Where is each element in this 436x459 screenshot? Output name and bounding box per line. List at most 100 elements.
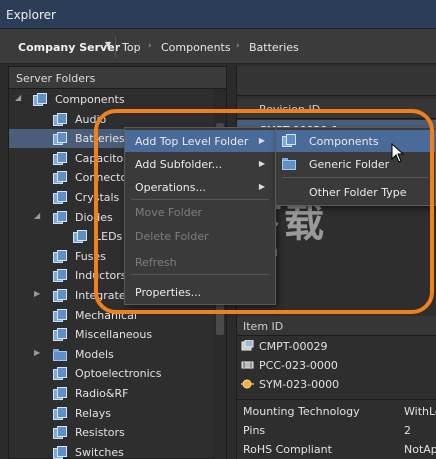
- component-icon: [241, 340, 254, 351]
- menu-item-label: Add Top Level Folder: [135, 135, 249, 148]
- menu-item-label: Add Subfolder...: [135, 158, 223, 171]
- item-id: CMPT-00029: [259, 340, 328, 353]
- tree-item-label: LEDs: [95, 230, 123, 244]
- components-folder-icon: [53, 308, 68, 322]
- breadcrumb: Company Server ▼ Top › Components › Batt…: [0, 29, 436, 64]
- properties-grid: Mounting Technology WithLe Pins 2 RoHS C…: [237, 399, 436, 459]
- components-folder-icon: [53, 151, 68, 165]
- list-item[interactable]: SYM-023-0000: [237, 375, 436, 394]
- tree-item-label: Miscellaneous: [75, 328, 153, 342]
- menu-item-label: Operations...: [135, 181, 206, 194]
- folder-icon: [282, 157, 297, 170]
- tree-item-label: Switches: [75, 445, 124, 459]
- submenu-item-label: Generic Folder: [309, 158, 390, 171]
- chevron-down-icon[interactable]: ▼: [105, 40, 111, 49]
- components-folder-icon: [282, 134, 297, 147]
- collapsed-arrow-icon[interactable]: ▶: [34, 348, 40, 357]
- components-folder-icon: [53, 191, 68, 204]
- tree-item-label: Radio&RF: [75, 387, 129, 400]
- components-folder-icon: [53, 406, 68, 420]
- details-toolbar: [237, 66, 436, 96]
- tree-item-label: Batteries: [75, 132, 125, 146]
- menu-divider: [131, 274, 269, 275]
- submenu-item-label: Components: [309, 135, 379, 148]
- tree-item-label: Models: [75, 347, 114, 361]
- property-row: Mounting Technology WithLe: [237, 402, 436, 421]
- revision-column-header[interactable]: Revision ID: [237, 99, 436, 119]
- property-value: WithLe: [404, 405, 436, 418]
- chevron-right-icon: ▶: [258, 182, 265, 191]
- property-value: NotAp: [404, 443, 436, 456]
- panel-header: Server Folders: [9, 67, 226, 89]
- item-id: PCC-023-0000: [259, 359, 338, 372]
- menu-divider: [282, 177, 429, 178]
- components-folder-icon: [53, 367, 68, 381]
- components-folder-icon: [53, 387, 68, 400]
- menu-item-add-top-level-folder[interactable]: Add Top Level Folder ▶: [125, 130, 275, 152]
- property-key: Pins: [243, 424, 266, 437]
- tree-item[interactable]: Resistors: [9, 423, 214, 442]
- tree-item[interactable]: Switches: [9, 443, 214, 459]
- property-key: Mounting Technology: [243, 405, 360, 418]
- window-title: Explorer: [6, 8, 56, 22]
- mouse-cursor-icon: [391, 143, 405, 163]
- revision-header-label: Revision ID: [259, 103, 321, 116]
- tree-item-label: Audio: [75, 112, 107, 126]
- tree-item[interactable]: Audio: [9, 110, 214, 129]
- breadcrumb-item-top[interactable]: Top: [122, 41, 141, 54]
- tree-item[interactable]: Mechanical: [9, 306, 214, 325]
- tree-item-label: Crystals: [75, 191, 120, 204]
- components-folder-icon: [53, 289, 68, 302]
- submenu-item-generic-folder[interactable]: Generic Folder: [276, 153, 435, 175]
- submenu-add-top-level-folder: Components Generic Folder Other Folder T…: [275, 127, 436, 206]
- menu-item-add-subfolder[interactable]: Add Subfolder... ▶: [125, 153, 275, 175]
- context-menu: Add Top Level Folder ▶ Add Subfolder... …: [124, 127, 276, 305]
- item-id: SYM-023-0000: [259, 378, 340, 391]
- chevron-right-icon: ›: [148, 41, 152, 51]
- submenu-item-other-folder-type[interactable]: Other Folder Type: [276, 181, 435, 203]
- tree-item[interactable]: Radio&RF: [9, 384, 214, 403]
- submenu-item-components[interactable]: Components: [276, 130, 435, 152]
- components-folder-icon: [53, 171, 68, 185]
- item-column-header[interactable]: Item ID: [237, 316, 436, 336]
- expanded-arrow-icon[interactable]: ◢: [15, 93, 21, 102]
- property-value: 2: [404, 424, 411, 437]
- tree-item[interactable]: ▶ Models: [9, 345, 214, 364]
- menu-item-properties[interactable]: Properties...: [125, 281, 275, 303]
- components-folder-icon: [53, 249, 68, 263]
- panel-header-label: Server Folders: [16, 72, 96, 85]
- tree-item-label: Mechanical: [75, 308, 137, 322]
- tree-item-label: Components: [55, 93, 125, 106]
- item-header-label: Item ID: [243, 320, 284, 333]
- property-key: RoHS Compliant: [243, 443, 332, 456]
- footprint-icon: [241, 361, 254, 369]
- title-bar: Explorer: [0, 0, 436, 29]
- breadcrumb-item-components[interactable]: Components: [161, 41, 231, 54]
- components-folder-icon: [53, 112, 68, 126]
- menu-item-operations[interactable]: Operations... ▶: [125, 176, 275, 198]
- tree-item-label: Diodes: [75, 210, 113, 224]
- tree-item[interactable]: Miscellaneous: [9, 325, 214, 344]
- menu-item-label: Move Folder: [135, 206, 202, 219]
- list-item[interactable]: CMPT-00029: [237, 337, 436, 356]
- tree-item-label: Inductors: [75, 269, 127, 283]
- menu-item-label: Properties...: [135, 286, 202, 299]
- breadcrumb-item-batteries[interactable]: Batteries: [249, 41, 299, 54]
- collapsed-arrow-icon[interactable]: ▶: [34, 289, 40, 298]
- divider: [115, 36, 116, 57]
- tree-item[interactable]: ◢ Components: [9, 90, 214, 109]
- chevron-right-icon: ▶: [258, 159, 265, 168]
- menu-item-move-folder: Move Folder: [125, 201, 275, 223]
- symbol-icon: [241, 379, 254, 389]
- tree-item-label: Resistors: [75, 426, 125, 440]
- tree-item-label: Relays: [75, 406, 111, 420]
- tree-item[interactable]: Relays: [9, 404, 214, 423]
- expanded-arrow-icon[interactable]: ◢: [34, 211, 40, 220]
- chevron-right-icon: ▶: [258, 136, 265, 145]
- components-folder-icon: [53, 426, 68, 440]
- tree-item[interactable]: Optoelectronics: [9, 364, 214, 383]
- components-folder-icon: [33, 93, 48, 106]
- menu-item-label: Refresh: [135, 256, 177, 269]
- tree-item-label: Optoelectronics: [75, 367, 162, 381]
- list-item[interactable]: PCC-023-0000: [237, 356, 436, 375]
